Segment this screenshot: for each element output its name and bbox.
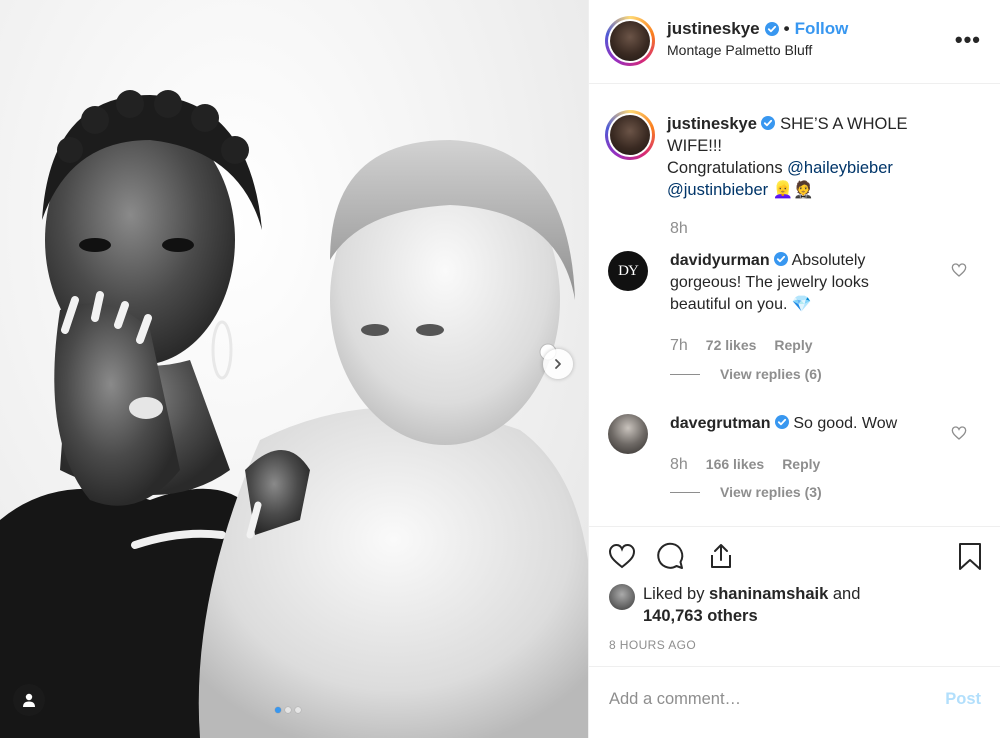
post-header: justineskye • Follow Montage Palmetto Bl… bbox=[589, 0, 1000, 84]
caption-time[interactable]: 8h bbox=[670, 220, 688, 238]
caption-emojis: 👱‍♀️🤵 bbox=[772, 181, 814, 199]
caption-congrats: Congratulations bbox=[667, 159, 788, 177]
liker-username[interactable]: shaninamshaik bbox=[709, 585, 828, 603]
carousel-dot-3 bbox=[295, 707, 301, 713]
post-caption: justineskye SHE’S A WHOLE WIFE!!! Congra… bbox=[667, 113, 967, 201]
comment-time[interactable]: 8h bbox=[670, 456, 688, 474]
liker-avatar[interactable] bbox=[609, 584, 635, 610]
reply-button[interactable]: Reply bbox=[782, 456, 820, 472]
verified-badge-icon bbox=[774, 415, 789, 429]
verified-badge-icon bbox=[774, 252, 789, 266]
avatar-monogram: DY bbox=[618, 262, 639, 279]
more-options-icon[interactable]: ••• bbox=[955, 27, 981, 53]
mention-haileybieber[interactable]: @haileybieber bbox=[787, 159, 893, 177]
comment-avatar[interactable] bbox=[608, 414, 648, 454]
comments-list[interactable]: justineskye SHE’S A WHOLE WIFE!!! Congra… bbox=[589, 84, 1000, 524]
likes-summary: Liked by shaninamshaik and 140,763 other… bbox=[609, 583, 923, 627]
liked-prefix: Liked by bbox=[643, 585, 710, 603]
verified-badge-icon bbox=[761, 116, 776, 130]
user-icon bbox=[23, 693, 35, 707]
comment-username[interactable]: davidyurman bbox=[670, 252, 770, 269]
post-photo[interactable] bbox=[0, 0, 588, 738]
comment-meta: 8h 166 likes Reply bbox=[670, 456, 820, 474]
like-comment-heart-icon[interactable] bbox=[951, 425, 967, 441]
comment-text: So good. Wow bbox=[793, 415, 898, 432]
like-comment-heart-icon[interactable] bbox=[951, 262, 967, 278]
author-avatar[interactable] bbox=[605, 16, 655, 66]
carousel-dot-1 bbox=[275, 707, 281, 713]
like-heart-icon[interactable] bbox=[607, 541, 637, 571]
divider-line bbox=[670, 491, 700, 493]
liked-middle: and bbox=[828, 585, 861, 603]
likes-count[interactable]: 140,763 others bbox=[643, 607, 758, 625]
carousel-dot-2 bbox=[285, 707, 291, 713]
bookmark-icon[interactable] bbox=[955, 541, 985, 571]
author-row: justineskye • Follow bbox=[667, 19, 848, 39]
comment-meta: 7h 72 likes Reply bbox=[670, 337, 813, 355]
mention-justinbieber[interactable]: @justinbieber bbox=[667, 181, 768, 199]
chevron-right-icon bbox=[555, 359, 561, 369]
comment-time[interactable]: 7h bbox=[670, 337, 688, 355]
verified-badge-icon bbox=[764, 22, 779, 36]
comment-body: davegrutman So good. Wow bbox=[670, 413, 920, 435]
comment-likes[interactable]: 72 likes bbox=[706, 337, 757, 353]
reply-button[interactable]: Reply bbox=[774, 337, 812, 353]
comment-username[interactable]: davegrutman bbox=[670, 415, 770, 432]
header-separator: • bbox=[783, 19, 790, 38]
post-timestamp[interactable]: 8 HOURS AGO bbox=[609, 638, 696, 652]
share-icon[interactable] bbox=[706, 541, 736, 571]
comment-bubble-icon[interactable] bbox=[655, 541, 685, 571]
comment-likes[interactable]: 166 likes bbox=[706, 456, 764, 472]
comment-composer: Post bbox=[589, 666, 1000, 738]
view-replies-button[interactable]: View replies (6) bbox=[670, 366, 822, 382]
caption-username[interactable]: justineskye bbox=[667, 115, 757, 133]
post-location[interactable]: Montage Palmetto Bluff bbox=[667, 42, 812, 58]
comment-input[interactable] bbox=[609, 683, 919, 715]
view-replies-label: View replies (3) bbox=[720, 484, 822, 500]
divider-line bbox=[670, 373, 700, 375]
tagged-people-button[interactable] bbox=[13, 684, 45, 716]
caption-avatar[interactable] bbox=[605, 110, 655, 160]
carousel-indicator bbox=[275, 707, 301, 713]
follow-button[interactable]: Follow bbox=[795, 19, 849, 39]
post-sidebar: justineskye • Follow Montage Palmetto Bl… bbox=[588, 0, 1000, 738]
view-replies-label: View replies (6) bbox=[720, 366, 822, 382]
author-username[interactable]: justineskye bbox=[667, 19, 760, 39]
view-replies-button[interactable]: View replies (3) bbox=[670, 484, 822, 500]
comment-body: davidyurman Absolutely gorgeous! The jew… bbox=[670, 250, 920, 316]
photo-scene bbox=[0, 90, 588, 738]
carousel-next-button[interactable] bbox=[543, 349, 573, 379]
post-comment-button[interactable]: Post bbox=[945, 690, 981, 709]
comment-avatar[interactable]: DY bbox=[608, 251, 648, 291]
post-actions: Liked by shaninamshaik and 140,763 other… bbox=[589, 526, 1000, 666]
